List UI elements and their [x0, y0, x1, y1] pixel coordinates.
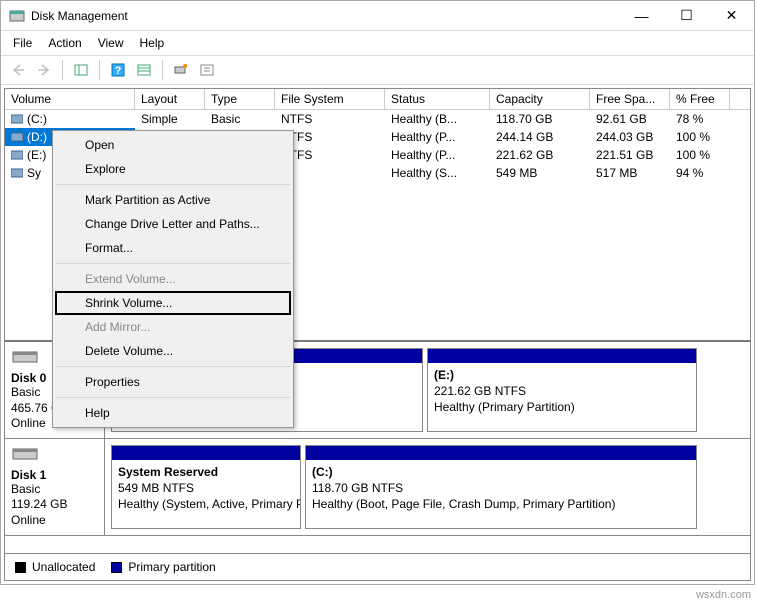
volume-icon — [11, 168, 23, 178]
partition[interactable]: (E:) 221.62 GB NTFS Healthy (Primary Par… — [427, 348, 697, 432]
minimize-button[interactable]: — — [619, 1, 664, 30]
arrow-left-icon — [10, 62, 26, 78]
partition-header — [112, 446, 300, 460]
volume-icon — [11, 150, 23, 160]
disk-icon — [11, 445, 43, 461]
watermark: wsxdn.com — [696, 589, 751, 601]
context-format[interactable]: Format... — [55, 236, 291, 260]
titlebar[interactable]: Disk Management — ☐ ✕ — [1, 1, 754, 31]
col-volume[interactable]: Volume — [5, 89, 135, 109]
help-toolbar-button[interactable]: ? — [107, 59, 129, 81]
disk-settings-icon — [173, 62, 189, 78]
partition-header — [428, 349, 696, 363]
context-change-letter[interactable]: Change Drive Letter and Paths... — [55, 212, 291, 236]
legend: Unallocated Primary partition — [5, 553, 750, 580]
window-title: Disk Management — [31, 9, 619, 23]
col-layout[interactable]: Layout — [135, 89, 205, 109]
context-help[interactable]: Help — [55, 401, 291, 425]
arrow-right-icon — [36, 62, 52, 78]
legend-primary: Primary partition — [111, 560, 215, 574]
table-row[interactable]: (C:) Simple Basic NTFS Healthy (B... 118… — [5, 110, 750, 128]
context-open[interactable]: Open — [55, 133, 291, 157]
context-extend: Extend Volume... — [55, 267, 291, 291]
context-mark-active[interactable]: Mark Partition as Active — [55, 188, 291, 212]
menu-file[interactable]: File — [5, 33, 40, 53]
context-explore[interactable]: Explore — [55, 157, 291, 181]
back-button[interactable] — [7, 59, 29, 81]
disk-panel: Disk 1 Basic 119.24 GB Online System Res… — [5, 439, 750, 536]
props-icon — [199, 62, 215, 78]
volume-icon — [11, 114, 23, 124]
col-pfree[interactable]: % Free — [670, 89, 730, 109]
col-type[interactable]: Type — [205, 89, 275, 109]
partition[interactable]: System Reserved 549 MB NTFS Healthy (Sys… — [111, 445, 301, 529]
disk-icon — [11, 348, 43, 364]
context-delete[interactable]: Delete Volume... — [55, 339, 291, 363]
partition-header — [306, 446, 696, 460]
legend-swatch-blue — [111, 562, 122, 573]
refresh-button[interactable] — [133, 59, 155, 81]
col-free[interactable]: Free Spa... — [590, 89, 670, 109]
help-icon: ? — [110, 62, 126, 78]
legend-swatch-black — [15, 562, 26, 573]
context-add-mirror: Add Mirror... — [55, 315, 291, 339]
toolbar: ? — [1, 55, 754, 85]
legend-unallocated: Unallocated — [15, 560, 95, 574]
panes-icon — [73, 62, 89, 78]
maximize-button[interactable]: ☐ — [664, 1, 709, 30]
context-shrink[interactable]: Shrink Volume... — [55, 291, 291, 315]
col-fs[interactable]: File System — [275, 89, 385, 109]
list-icon — [136, 62, 152, 78]
volume-icon — [11, 132, 23, 142]
forward-button[interactable] — [33, 59, 55, 81]
properties-button[interactable] — [196, 59, 218, 81]
close-button[interactable]: ✕ — [709, 1, 754, 30]
settings-button[interactable] — [170, 59, 192, 81]
partition[interactable]: (C:) 118.70 GB NTFS Healthy (Boot, Page … — [305, 445, 697, 529]
svg-text:?: ? — [115, 65, 122, 77]
menu-help[interactable]: Help — [132, 33, 173, 53]
context-properties[interactable]: Properties — [55, 370, 291, 394]
menu-view[interactable]: View — [90, 33, 132, 53]
disk-info[interactable]: Disk 1 Basic 119.24 GB Online — [5, 439, 105, 535]
volume-table-header: Volume Layout Type File System Status Ca… — [5, 89, 750, 110]
app-icon — [9, 8, 25, 24]
col-status[interactable]: Status — [385, 89, 490, 109]
context-menu: Open Explore Mark Partition as Active Ch… — [52, 130, 294, 428]
panes-button[interactable] — [70, 59, 92, 81]
menubar: File Action View Help — [1, 31, 754, 55]
col-capacity[interactable]: Capacity — [490, 89, 590, 109]
partitions: System Reserved 549 MB NTFS Healthy (Sys… — [105, 439, 750, 535]
menu-action[interactable]: Action — [40, 33, 89, 53]
